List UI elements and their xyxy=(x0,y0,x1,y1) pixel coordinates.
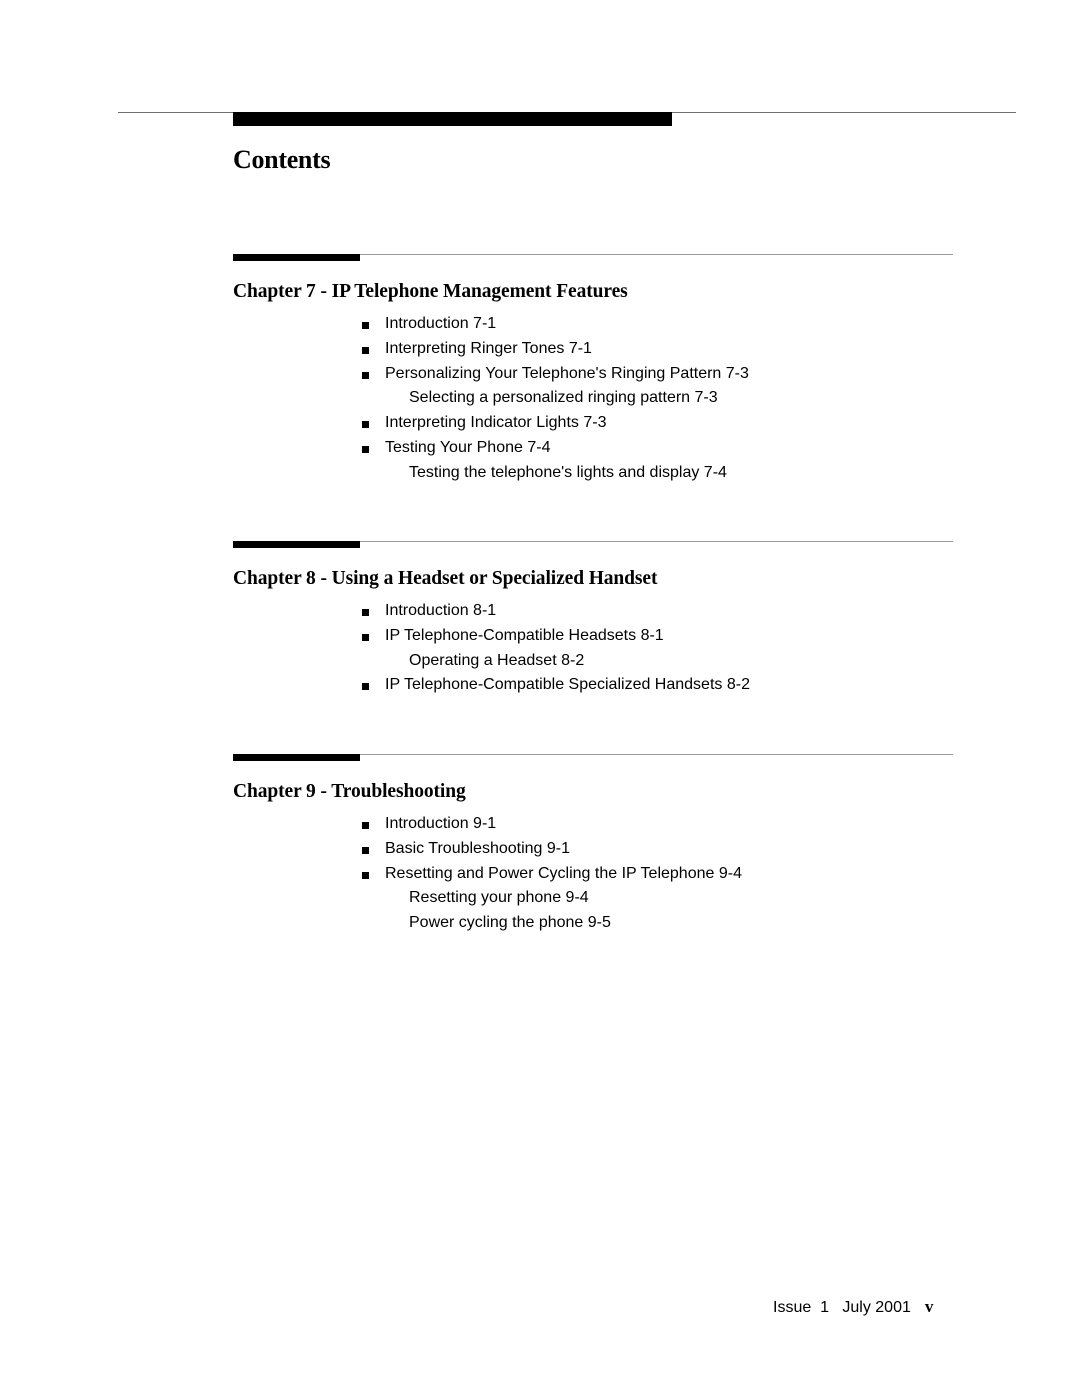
header-bar xyxy=(233,112,672,126)
chapter-rule-bar xyxy=(233,541,360,548)
chapter-entries: Introduction 7-1 Interpreting Ringer Tone… xyxy=(233,312,953,486)
chapter-entries: Introduction 9-1 Basic Troubleshooting 9-… xyxy=(233,812,953,936)
chapter-section: Chapter 8 - Using a Headset or Specializ… xyxy=(233,541,953,698)
square-bullet-icon xyxy=(362,445,369,453)
chapter-title[interactable]: Chapter 9 - Troubleshooting xyxy=(233,779,953,805)
square-bullet-icon xyxy=(362,609,369,616)
toc-entry-text: Introduction 7-1 xyxy=(385,315,497,332)
toc-entry[interactable]: Interpreting Ringer Tones 7-1 xyxy=(233,337,953,362)
chapter-rule xyxy=(233,754,953,762)
toc-subentry[interactable]: Operating a Headset 8-2 xyxy=(233,649,953,674)
page-number: v xyxy=(924,1297,934,1316)
toc-entry-text: Operating a Headset 8-2 xyxy=(409,651,585,669)
toc-entry-text: Testing Your Phone 7-4 xyxy=(385,438,551,456)
toc-entry-text: Personalizing Your Telephone's Ringing P… xyxy=(385,364,749,382)
toc-entry-text: Basic Troubleshooting 9-1 xyxy=(385,839,570,857)
chapter-rule xyxy=(233,254,953,262)
toc-subentry[interactable]: Testing the telephone's lights and displ… xyxy=(233,461,953,486)
toc-entry[interactable]: Testing Your Phone 7-4 xyxy=(233,436,953,461)
square-bullet-icon xyxy=(362,846,369,854)
toc-subentry[interactable]: Resetting your phone 9-4 xyxy=(233,886,953,911)
toc-entry-text: Selecting a personalized ringing pattern… xyxy=(409,389,718,407)
toc-entry-text: Testing the telephone's lights and displ… xyxy=(409,463,727,481)
chapter-section: Chapter 7 - IP Telephone Management Feat… xyxy=(233,254,953,486)
chapter-rule-bar xyxy=(233,254,360,261)
toc-entry-text: Resetting your phone 9-4 xyxy=(409,889,589,907)
square-bullet-icon xyxy=(362,322,369,329)
toc-entry[interactable]: Introduction 8-1 xyxy=(233,599,953,624)
issue-date: Issue 1 July 2001 xyxy=(773,1299,911,1316)
toc-entry[interactable]: IP Telephone-Compatible Specialized Hand… xyxy=(233,673,953,698)
toc-entry[interactable]: Basic Troubleshooting 9-1 xyxy=(233,837,953,862)
toc-subentry[interactable]: Power cycling the phone 9-5 xyxy=(233,911,953,936)
square-bullet-icon xyxy=(362,346,369,354)
toc-entry-text: Power cycling the phone 9-5 xyxy=(409,914,611,932)
toc-entry[interactable]: Resetting and Power Cycling the IP Telep… xyxy=(233,862,953,887)
toc-entry-text: Interpreting Indicator Lights 7-3 xyxy=(385,414,607,432)
square-bullet-icon xyxy=(362,683,369,691)
page-footer: Issue 1 July 2001 v xyxy=(773,1297,933,1317)
square-bullet-icon xyxy=(362,421,369,429)
toc-entry[interactable]: Interpreting Indicator Lights 7-3 xyxy=(233,411,953,436)
toc-entry[interactable]: IP Telephone-Compatible Headsets 8-1 xyxy=(233,624,953,649)
toc-entry-text: IP Telephone-Compatible Specialized Hand… xyxy=(385,676,750,694)
chapter-rule xyxy=(233,541,953,549)
chapter-rule-bar xyxy=(233,754,360,761)
toc-entry[interactable]: Introduction 9-1 xyxy=(233,812,953,837)
toc-entry[interactable]: Introduction 7-1 xyxy=(233,312,953,337)
toc-subentry[interactable]: Selecting a personalized ringing pattern… xyxy=(233,386,953,411)
chapter-title[interactable]: Chapter 8 - Using a Headset or Specializ… xyxy=(233,566,953,592)
chapter-title[interactable]: Chapter 7 - IP Telephone Management Feat… xyxy=(233,279,953,305)
page-title: Contents xyxy=(233,145,331,174)
toc-entry-text: IP Telephone-Compatible Headsets 8-1 xyxy=(385,626,664,644)
toc-entry[interactable]: Personalizing Your Telephone's Ringing P… xyxy=(233,362,953,387)
toc-entry-text: Introduction 8-1 xyxy=(385,602,497,619)
chapter-entries: Introduction 8-1 IP Telephone-Compatible … xyxy=(233,599,953,698)
square-bullet-icon xyxy=(362,371,369,379)
square-bullet-icon xyxy=(362,871,369,879)
toc-entry-text: Resetting and Power Cycling the IP Telep… xyxy=(385,864,742,882)
toc-entry-text: Introduction 9-1 xyxy=(385,815,497,832)
toc-entry-text: Interpreting Ringer Tones 7-1 xyxy=(385,339,592,357)
square-bullet-icon xyxy=(362,822,369,829)
chapter-section: Chapter 9 - Troubleshooting Introduction … xyxy=(233,754,953,936)
square-bullet-icon xyxy=(362,633,369,641)
